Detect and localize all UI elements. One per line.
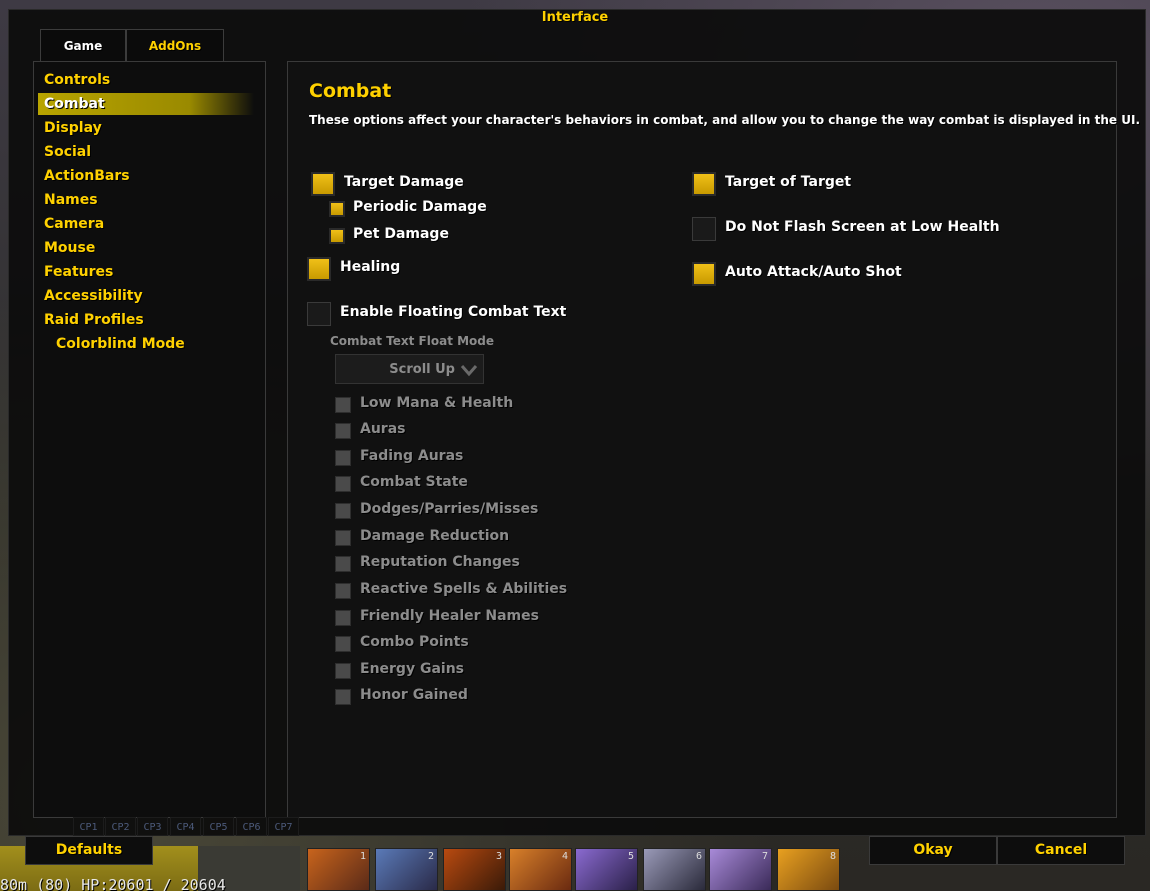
game-viewport: Interface Game AddOns Controls Combat Di…	[0, 0, 1150, 891]
energy-gains-label: Energy Gains	[360, 661, 464, 677]
action-slot[interactable]: 4	[509, 848, 572, 891]
category-actionbars[interactable]: ActionBars	[44, 165, 254, 187]
action-slot-number: 6	[695, 851, 702, 862]
combo-point-slot: CP2	[105, 817, 136, 836]
combat-state-checkbox[interactable]	[335, 476, 351, 492]
action-slot[interactable]: 1	[307, 848, 370, 891]
target-damage-checkbox[interactable]	[311, 172, 335, 196]
energy-gains-checkbox[interactable]	[335, 663, 351, 679]
pet-damage-label: Pet Damage	[353, 226, 449, 242]
healing-checkbox[interactable]	[307, 257, 331, 281]
enable-floating-combat-text-label: Enable Floating Combat Text	[340, 304, 567, 320]
combo-point-slot: CP3	[137, 817, 168, 836]
category-features[interactable]: Features	[44, 261, 254, 283]
category-colorblind-mode[interactable]: Colorblind Mode	[56, 333, 266, 355]
fading-auras-label: Fading Auras	[360, 448, 464, 464]
category-display[interactable]: Display	[44, 117, 254, 139]
combo-points-checkbox[interactable]	[335, 636, 351, 652]
action-slot[interactable]: 8	[777, 848, 840, 891]
reputation-changes-checkbox[interactable]	[335, 556, 351, 572]
action-slot-number: 8	[829, 851, 836, 862]
action-slot-number: 3	[495, 851, 502, 862]
okay-button[interactable]: Okay	[869, 836, 997, 865]
window-title: Interface	[541, 10, 609, 25]
target-damage-label: Target Damage	[344, 174, 464, 190]
reactive-spells-abilities-label: Reactive Spells & Abilities	[360, 581, 568, 597]
auras-label: Auras	[360, 421, 406, 437]
action-slot-number: 5	[627, 851, 634, 862]
action-slot[interactable]: 6	[643, 848, 706, 891]
page-description: These options affect your character's be…	[309, 113, 1141, 127]
category-combat[interactable]: Combat	[38, 93, 254, 115]
combo-point-slot: CP7	[268, 817, 299, 836]
tab-addons[interactable]: AddOns	[126, 29, 224, 61]
tab-game[interactable]: Game	[40, 29, 126, 61]
combo-point-slot: CP4	[170, 817, 201, 836]
action-slot-number: 1	[359, 851, 366, 862]
category-names[interactable]: Names	[44, 189, 254, 211]
periodic-damage-checkbox[interactable]	[329, 201, 345, 217]
low-mana-health-label: Low Mana & Health	[360, 395, 514, 411]
combat-state-label: Combat State	[360, 474, 468, 490]
do-not-flash-screen-label: Do Not Flash Screen at Low Health	[725, 219, 1000, 235]
honor-gained-checkbox[interactable]	[335, 689, 351, 705]
auras-checkbox[interactable]	[335, 423, 351, 439]
do-not-flash-screen-checkbox[interactable]	[692, 217, 716, 241]
action-slot[interactable]: 5	[575, 848, 638, 891]
combo-point-slot: CP1	[73, 817, 104, 836]
action-slot-number: 2	[427, 851, 434, 862]
action-slot[interactable]: 3	[443, 848, 506, 891]
healing-label: Healing	[340, 259, 401, 275]
damage-reduction-label: Damage Reduction	[360, 528, 510, 544]
category-mouse[interactable]: Mouse	[44, 237, 254, 259]
defaults-button[interactable]: Defaults	[25, 836, 153, 865]
player-status-text: 80m (80) HP:20601 / 20604	[0, 876, 226, 891]
auto-attack-checkbox[interactable]	[692, 262, 716, 286]
dodges-parries-misses-label: Dodges/Parries/Misses	[360, 501, 539, 517]
action-slot[interactable]: 7	[709, 848, 772, 891]
dodges-parries-misses-checkbox[interactable]	[335, 503, 351, 519]
action-slot[interactable]: 2	[375, 848, 438, 891]
combo-point-slot: CP6	[236, 817, 267, 836]
float-mode-dropdown[interactable]: Scroll Up	[335, 354, 484, 384]
category-social[interactable]: Social	[44, 141, 254, 163]
low-mana-health-checkbox[interactable]	[335, 397, 351, 413]
periodic-damage-label: Periodic Damage	[353, 199, 487, 215]
category-accessibility[interactable]: Accessibility	[44, 285, 254, 307]
float-mode-value: Scroll Up	[389, 362, 455, 377]
category-camera[interactable]: Camera	[44, 213, 254, 235]
action-slot-number: 4	[561, 851, 568, 862]
float-mode-label: Combat Text Float Mode	[330, 334, 495, 348]
reactive-spells-abilities-checkbox[interactable]	[335, 583, 351, 599]
target-of-target-checkbox[interactable]	[692, 172, 716, 196]
reputation-changes-label: Reputation Changes	[360, 554, 520, 570]
target-of-target-label: Target of Target	[725, 174, 852, 190]
cancel-button[interactable]: Cancel	[997, 836, 1125, 865]
combo-point-slot: CP5	[203, 817, 234, 836]
friendly-healer-names-checkbox[interactable]	[335, 610, 351, 626]
category-list: Controls Combat Display Social ActionBar…	[33, 61, 266, 818]
action-slot-number: 7	[761, 851, 768, 862]
combo-points-label: Combo Points	[360, 634, 469, 650]
enable-floating-combat-text-checkbox[interactable]	[307, 302, 331, 326]
honor-gained-label: Honor Gained	[360, 687, 468, 703]
damage-reduction-checkbox[interactable]	[335, 530, 351, 546]
category-raid-profiles[interactable]: Raid Profiles	[44, 309, 254, 331]
auto-attack-label: Auto Attack/Auto Shot	[725, 264, 902, 280]
category-controls[interactable]: Controls	[44, 69, 254, 91]
fading-auras-checkbox[interactable]	[335, 450, 351, 466]
chevron-down-icon	[460, 365, 478, 377]
friendly-healer-names-label: Friendly Healer Names	[360, 608, 539, 624]
pet-damage-checkbox[interactable]	[329, 228, 345, 244]
page-title: Combat	[309, 80, 392, 102]
